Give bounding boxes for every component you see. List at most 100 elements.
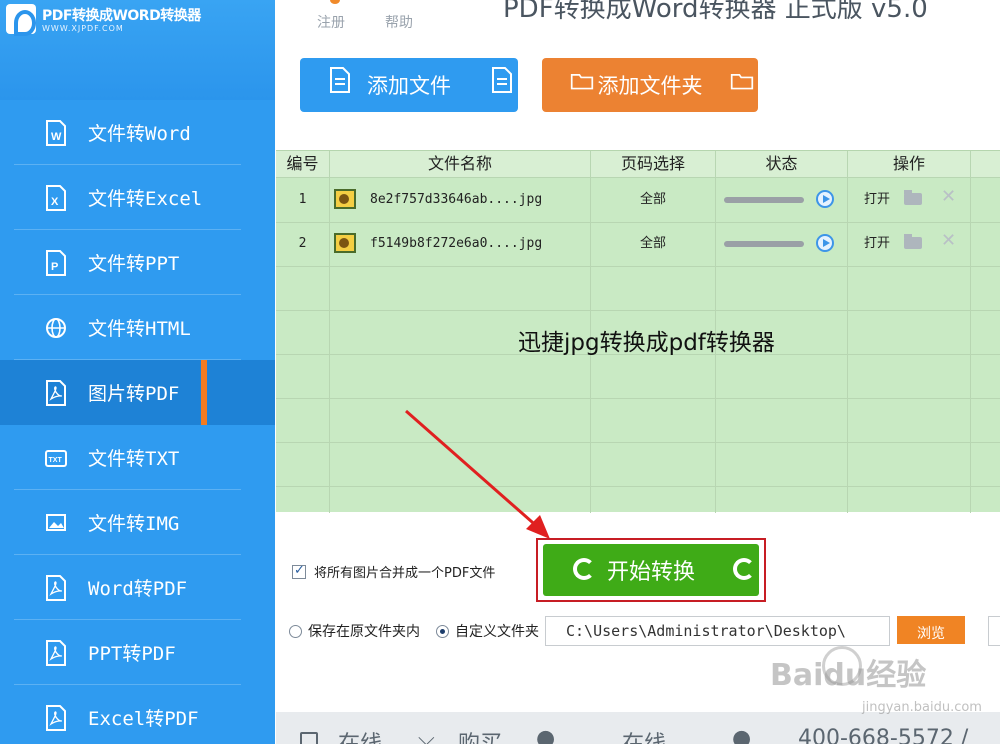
sidebar-item-image-to-pdf[interactable]: 图片转PDF	[0, 360, 275, 425]
footer-online[interactable]: 在线	[338, 726, 382, 744]
svg-text:X: X	[51, 196, 59, 208]
image-icon	[42, 509, 70, 537]
sidebar-item-ppt-to-pdf[interactable]: PPT转PDF	[0, 620, 275, 685]
menu-help[interactable]: 帮助	[385, 12, 413, 32]
save-original-radio[interactable]	[289, 624, 302, 638]
file-table: 编号 文件名称 页码选择 状态 操作 1 8e2f757d33646ab....…	[276, 150, 1000, 513]
progress-bar	[724, 241, 804, 247]
add-folder-button[interactable]: 添加文件夹	[542, 58, 758, 112]
window-title: PDF转换成Word转换器 正式版 v5.0	[503, 0, 928, 24]
globe-icon	[42, 314, 70, 342]
watermark-url: jingyan.baidu.com	[862, 700, 982, 715]
row-filename: f5149b8f272e6a0....jpg	[370, 236, 543, 251]
output-path-field[interactable]: C:\Users\Administrator\Desktop\	[545, 616, 890, 646]
divider	[276, 310, 1000, 311]
sidebar: PDF转换成WORD转换器 WWW.XJPDF.COM W 文件转Word X …	[0, 0, 275, 744]
svg-text:P: P	[51, 261, 58, 273]
title-decoration	[330, 0, 340, 4]
sidebar-item-file-to-txt[interactable]: TXT 文件转TXT	[0, 425, 275, 490]
merge-label: 将所有图片合并成一个PDF文件	[314, 566, 496, 581]
footer-bar: 在线 ⌵ 购买 ● 在线 ● 400-668-5572 /	[276, 712, 1000, 744]
row-pages[interactable]: 全部	[591, 222, 715, 266]
table-header: 编号 文件名称 页码选择 状态 操作	[276, 151, 1000, 178]
document-icon	[492, 67, 512, 93]
sidebar-item-file-to-html[interactable]: 文件转HTML	[0, 295, 275, 360]
folder-icon	[730, 74, 754, 90]
overlay-caption: 迅捷jpg转换成pdf转换器	[518, 330, 775, 356]
start-convert-label: 开始转换	[606, 560, 695, 585]
browse-button[interactable]: 浏览	[897, 616, 965, 644]
footer-phone: 400-668-5572 /	[798, 726, 969, 744]
sidebar-item-label: 文件转Excel	[88, 188, 203, 210]
menu-register[interactable]: 注册	[317, 12, 345, 32]
watermark-brand: Baidu经验	[770, 658, 927, 693]
sidebar-item-label: PPT转PDF	[88, 643, 176, 665]
row-filename: 8e2f757d33646ab....jpg	[370, 192, 543, 207]
extra-field	[988, 616, 1000, 646]
add-folder-label: 添加文件夹	[597, 74, 703, 98]
txt-file-icon: TXT	[42, 444, 70, 472]
user-icon: ●	[536, 726, 556, 744]
col-actions: 操作	[892, 154, 925, 173]
merge-option[interactable]: 将所有图片合并成一个PDF文件	[292, 562, 495, 581]
row-index: 2	[298, 236, 307, 251]
open-link[interactable]: 打开	[864, 178, 890, 222]
add-file-button[interactable]: 添加文件	[300, 58, 518, 112]
folder-icon[interactable]	[904, 190, 922, 205]
footer-online-2[interactable]: 在线	[622, 726, 666, 744]
sidebar-item-file-to-img[interactable]: 文件转IMG	[0, 490, 275, 555]
word-file-icon: W	[42, 119, 70, 147]
col-pages: 页码选择	[620, 154, 685, 173]
row-index: 1	[298, 192, 307, 207]
refresh-icon	[733, 558, 755, 580]
app-logo: PDF转换成WORD转换器 WWW.XJPDF.COM	[0, 0, 275, 100]
refresh-icon	[573, 558, 595, 580]
sidebar-item-label: 图片转PDF	[88, 383, 180, 405]
document-icon	[330, 67, 350, 93]
open-link[interactable]: 打开	[864, 222, 890, 266]
table-row[interactable]: 2 f5149b8f272e6a0....jpg 全部 打开 ✕	[276, 222, 1000, 266]
sidebar-item-label: Word转PDF	[88, 578, 188, 600]
chat-icon	[300, 732, 318, 744]
save-original-label[interactable]: 保存在原文件夹内	[308, 621, 438, 641]
sidebar-item-label: 文件转Word	[88, 123, 191, 145]
pdf-file-icon	[42, 639, 70, 667]
row-pages[interactable]: 全部	[591, 178, 715, 222]
progress-bar	[724, 197, 804, 203]
sidebar-item-excel-to-pdf[interactable]: Excel转PDF	[0, 685, 275, 744]
image-file-icon	[334, 233, 356, 253]
cart-icon: ⌵	[418, 726, 435, 744]
col-filename: 文件名称	[427, 154, 492, 173]
sidebar-item-file-to-word[interactable]: W 文件转Word	[0, 100, 275, 165]
add-file-label: 添加文件	[367, 74, 451, 98]
logo-icon	[6, 4, 36, 36]
excel-file-icon: X	[42, 184, 70, 212]
sidebar-item-file-to-excel[interactable]: X 文件转Excel	[0, 165, 275, 230]
close-icon[interactable]: ✕	[941, 230, 956, 251]
pdf-file-icon	[42, 574, 70, 602]
close-icon[interactable]: ✕	[941, 186, 956, 207]
save-custom-label[interactable]: 自定义文件夹	[455, 621, 547, 641]
footer-buy[interactable]: 购买	[458, 726, 502, 744]
table-row[interactable]: 1 8e2f757d33646ab....jpg 全部 打开 ✕	[276, 178, 1000, 222]
divider	[276, 398, 1000, 399]
sidebar-nav: W 文件转Word X 文件转Excel P 文件转PPT 文件转HTML 图片…	[0, 100, 275, 744]
play-icon[interactable]	[816, 234, 834, 252]
pdf-file-icon	[42, 379, 70, 407]
sidebar-item-label: 文件转IMG	[88, 513, 180, 535]
pdf-file-icon	[42, 704, 70, 732]
divider	[276, 486, 1000, 487]
phone-icon: ●	[732, 726, 752, 744]
sidebar-item-file-to-ppt[interactable]: P 文件转PPT	[0, 230, 275, 295]
folder-icon[interactable]	[904, 234, 922, 249]
save-location-options: 保存在原文件夹内 自定义文件夹	[289, 621, 547, 641]
sidebar-item-label: 文件转HTML	[88, 318, 191, 340]
sidebar-item-word-to-pdf[interactable]: Word转PDF	[0, 555, 275, 620]
folder-icon	[570, 74, 594, 90]
play-icon[interactable]	[816, 190, 834, 208]
image-file-icon	[334, 189, 356, 209]
merge-checkbox[interactable]	[292, 563, 306, 579]
save-custom-radio[interactable]	[436, 624, 449, 638]
svg-text:TXT: TXT	[49, 457, 63, 464]
start-convert-button[interactable]: 开始转换	[543, 544, 759, 596]
